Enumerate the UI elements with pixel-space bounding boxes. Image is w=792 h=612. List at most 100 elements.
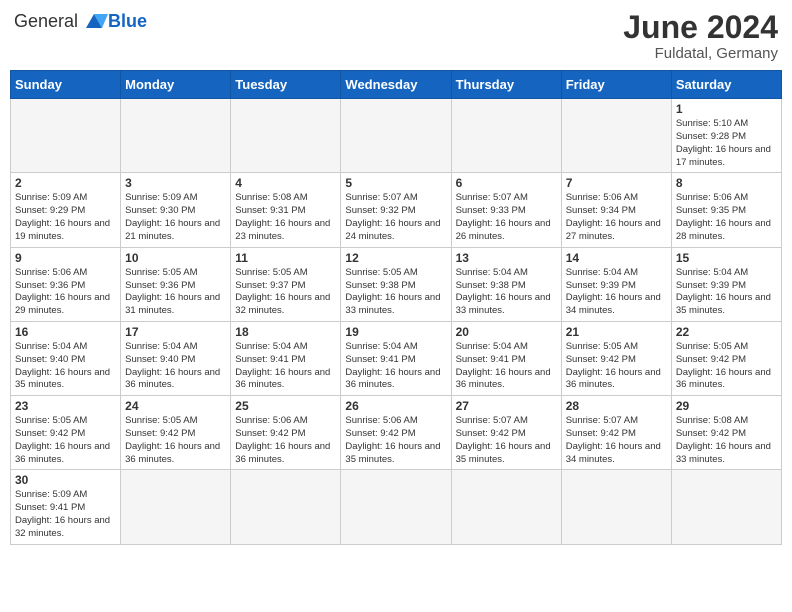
calendar-day-cell: 11 Sunrise: 5:05 AM Sunset: 9:37 PM Dayli… bbox=[231, 247, 341, 321]
day-of-week-header: Tuesday bbox=[231, 71, 341, 99]
calendar-day-cell: 29Sunrise: 5:08 AM Sunset: 9:42 PM Dayli… bbox=[671, 396, 781, 470]
day-number: 1 bbox=[676, 102, 777, 116]
location-subtitle: Fuldatal, Germany bbox=[623, 45, 778, 62]
day-of-week-header: Thursday bbox=[451, 71, 561, 99]
day-info: Sunrise: 5:04 AM Sunset: 9:40 PM Dayligh… bbox=[125, 341, 226, 392]
day-number: 28 bbox=[566, 399, 667, 413]
day-number: 24 bbox=[125, 399, 226, 413]
day-number: 29 bbox=[676, 399, 777, 413]
logo-icon bbox=[80, 10, 108, 32]
calendar-day-cell: 17Sunrise: 5:04 AM Sunset: 9:40 PM Dayli… bbox=[121, 321, 231, 395]
day-info: Sunrise: 5:07 AM Sunset: 9:33 PM Dayligh… bbox=[456, 192, 557, 243]
day-number: 16 bbox=[15, 325, 116, 339]
day-info: Sunrise: 5:04 AM Sunset: 9:41 PM Dayligh… bbox=[345, 341, 446, 392]
day-info: Sunrise: 5:05 AM Sunset: 9:42 PM Dayligh… bbox=[125, 415, 226, 466]
day-of-week-header: Friday bbox=[561, 71, 671, 99]
calendar-week-row: 16 Sunrise: 5:04 AM Sunset: 9:40 PM Dayli… bbox=[11, 321, 782, 395]
day-of-week-header: Wednesday bbox=[341, 71, 451, 99]
calendar-day-cell bbox=[121, 470, 231, 544]
calendar-day-cell: 24 Sunrise: 5:05 AM Sunset: 9:42 PM Dayli… bbox=[121, 396, 231, 470]
day-number: 26 bbox=[345, 399, 446, 413]
day-info: Sunrise: 5:04 AM Sunset: 9:39 PM Dayligh… bbox=[676, 267, 777, 318]
day-info: Sunrise: 5:05 AM Sunset: 9:38 PM Dayligh… bbox=[345, 267, 446, 318]
day-info: Sunrise: 5:07 AM Sunset: 9:32 PM Dayligh… bbox=[345, 192, 446, 243]
calendar-day-cell bbox=[231, 99, 341, 173]
calendar-day-cell: 27 Sunrise: 5:07 AM Sunset: 9:42 PM Dayli… bbox=[451, 396, 561, 470]
calendar-day-cell: 9Sunrise: 5:06 AM Sunset: 9:36 PM Daylig… bbox=[11, 247, 121, 321]
day-info: Sunrise: 5:05 AM Sunset: 9:42 PM Dayligh… bbox=[566, 341, 667, 392]
day-number: 15 bbox=[676, 251, 777, 265]
calendar-day-cell: 13Sunrise: 5:04 AM Sunset: 9:38 PM Dayli… bbox=[451, 247, 561, 321]
day-number: 27 bbox=[456, 399, 557, 413]
day-number: 7 bbox=[566, 176, 667, 190]
day-info: Sunrise: 5:04 AM Sunset: 9:40 PM Dayligh… bbox=[15, 341, 116, 392]
calendar-day-cell: 7Sunrise: 5:06 AM Sunset: 9:34 PM Daylig… bbox=[561, 173, 671, 247]
day-info: Sunrise: 5:04 AM Sunset: 9:41 PM Dayligh… bbox=[456, 341, 557, 392]
month-year-title: June 2024 bbox=[623, 10, 778, 45]
day-of-week-header: Saturday bbox=[671, 71, 781, 99]
calendar-week-row: 1Sunrise: 5:10 AM Sunset: 9:28 PM Daylig… bbox=[11, 99, 782, 173]
day-of-week-header: Monday bbox=[121, 71, 231, 99]
day-info: Sunrise: 5:08 AM Sunset: 9:31 PM Dayligh… bbox=[235, 192, 336, 243]
logo-general-text: General bbox=[14, 11, 78, 32]
calendar-day-cell bbox=[561, 470, 671, 544]
calendar-day-cell: 3 Sunrise: 5:09 AM Sunset: 9:30 PM Daylig… bbox=[121, 173, 231, 247]
day-number: 25 bbox=[235, 399, 336, 413]
calendar-day-cell bbox=[121, 99, 231, 173]
day-number: 11 bbox=[235, 251, 336, 265]
day-of-week-header: Sunday bbox=[11, 71, 121, 99]
calendar-day-cell bbox=[231, 470, 341, 544]
day-info: Sunrise: 5:07 AM Sunset: 9:42 PM Dayligh… bbox=[456, 415, 557, 466]
calendar-day-cell: 12Sunrise: 5:05 AM Sunset: 9:38 PM Dayli… bbox=[341, 247, 451, 321]
day-number: 2 bbox=[15, 176, 116, 190]
day-info: Sunrise: 5:06 AM Sunset: 9:42 PM Dayligh… bbox=[235, 415, 336, 466]
day-number: 19 bbox=[345, 325, 446, 339]
calendar-day-cell: 10 Sunrise: 5:05 AM Sunset: 9:36 PM Dayli… bbox=[121, 247, 231, 321]
calendar-day-cell: 1Sunrise: 5:10 AM Sunset: 9:28 PM Daylig… bbox=[671, 99, 781, 173]
calendar-day-cell: 15 Sunrise: 5:04 AM Sunset: 9:39 PM Dayli… bbox=[671, 247, 781, 321]
calendar-day-cell: 16 Sunrise: 5:04 AM Sunset: 9:40 PM Dayli… bbox=[11, 321, 121, 395]
logo-blue-text: Blue bbox=[108, 11, 147, 32]
day-info: Sunrise: 5:06 AM Sunset: 9:36 PM Dayligh… bbox=[15, 267, 116, 318]
calendar-table: SundayMondayTuesdayWednesdayThursdayFrid… bbox=[10, 70, 782, 545]
day-info: Sunrise: 5:05 AM Sunset: 9:37 PM Dayligh… bbox=[235, 267, 336, 318]
day-number: 18 bbox=[235, 325, 336, 339]
calendar-day-cell: 21Sunrise: 5:05 AM Sunset: 9:42 PM Dayli… bbox=[561, 321, 671, 395]
calendar-day-cell: 30Sunrise: 5:09 AM Sunset: 9:41 PM Dayli… bbox=[11, 470, 121, 544]
calendar-header-row: SundayMondayTuesdayWednesdayThursdayFrid… bbox=[11, 71, 782, 99]
calendar-day-cell: 18 Sunrise: 5:04 AM Sunset: 9:41 PM Dayli… bbox=[231, 321, 341, 395]
page-header: General Blue June 2024 Fuldatal, Germany bbox=[10, 10, 782, 62]
calendar-day-cell: 23Sunrise: 5:05 AM Sunset: 9:42 PM Dayli… bbox=[11, 396, 121, 470]
day-info: Sunrise: 5:05 AM Sunset: 9:42 PM Dayligh… bbox=[676, 341, 777, 392]
calendar-day-cell: 22 Sunrise: 5:05 AM Sunset: 9:42 PM Dayli… bbox=[671, 321, 781, 395]
day-info: Sunrise: 5:09 AM Sunset: 9:30 PM Dayligh… bbox=[125, 192, 226, 243]
day-info: Sunrise: 5:04 AM Sunset: 9:38 PM Dayligh… bbox=[456, 267, 557, 318]
day-info: Sunrise: 5:04 AM Sunset: 9:41 PM Dayligh… bbox=[235, 341, 336, 392]
calendar-week-row: 2 Sunrise: 5:09 AM Sunset: 9:29 PM Daylig… bbox=[11, 173, 782, 247]
calendar-day-cell bbox=[451, 470, 561, 544]
day-info: Sunrise: 5:07 AM Sunset: 9:42 PM Dayligh… bbox=[566, 415, 667, 466]
calendar-week-row: 9Sunrise: 5:06 AM Sunset: 9:36 PM Daylig… bbox=[11, 247, 782, 321]
calendar-day-cell bbox=[341, 470, 451, 544]
day-info: Sunrise: 5:06 AM Sunset: 9:42 PM Dayligh… bbox=[345, 415, 446, 466]
calendar-day-cell bbox=[11, 99, 121, 173]
calendar-day-cell: 8Sunrise: 5:06 AM Sunset: 9:35 PM Daylig… bbox=[671, 173, 781, 247]
calendar-day-cell bbox=[451, 99, 561, 173]
calendar-day-cell: 28 Sunrise: 5:07 AM Sunset: 9:42 PM Dayli… bbox=[561, 396, 671, 470]
day-number: 10 bbox=[125, 251, 226, 265]
calendar-day-cell bbox=[671, 470, 781, 544]
calendar-week-row: 30Sunrise: 5:09 AM Sunset: 9:41 PM Dayli… bbox=[11, 470, 782, 544]
day-number: 20 bbox=[456, 325, 557, 339]
day-number: 5 bbox=[345, 176, 446, 190]
calendar-day-cell bbox=[341, 99, 451, 173]
day-info: Sunrise: 5:09 AM Sunset: 9:41 PM Dayligh… bbox=[15, 489, 116, 540]
day-info: Sunrise: 5:05 AM Sunset: 9:42 PM Dayligh… bbox=[15, 415, 116, 466]
day-number: 4 bbox=[235, 176, 336, 190]
day-number: 3 bbox=[125, 176, 226, 190]
calendar-day-cell: 20 Sunrise: 5:04 AM Sunset: 9:41 PM Dayli… bbox=[451, 321, 561, 395]
calendar-day-cell: 5 Sunrise: 5:07 AM Sunset: 9:32 PM Daylig… bbox=[341, 173, 451, 247]
day-number: 8 bbox=[676, 176, 777, 190]
day-info: Sunrise: 5:09 AM Sunset: 9:29 PM Dayligh… bbox=[15, 192, 116, 243]
day-info: Sunrise: 5:05 AM Sunset: 9:36 PM Dayligh… bbox=[125, 267, 226, 318]
day-number: 22 bbox=[676, 325, 777, 339]
